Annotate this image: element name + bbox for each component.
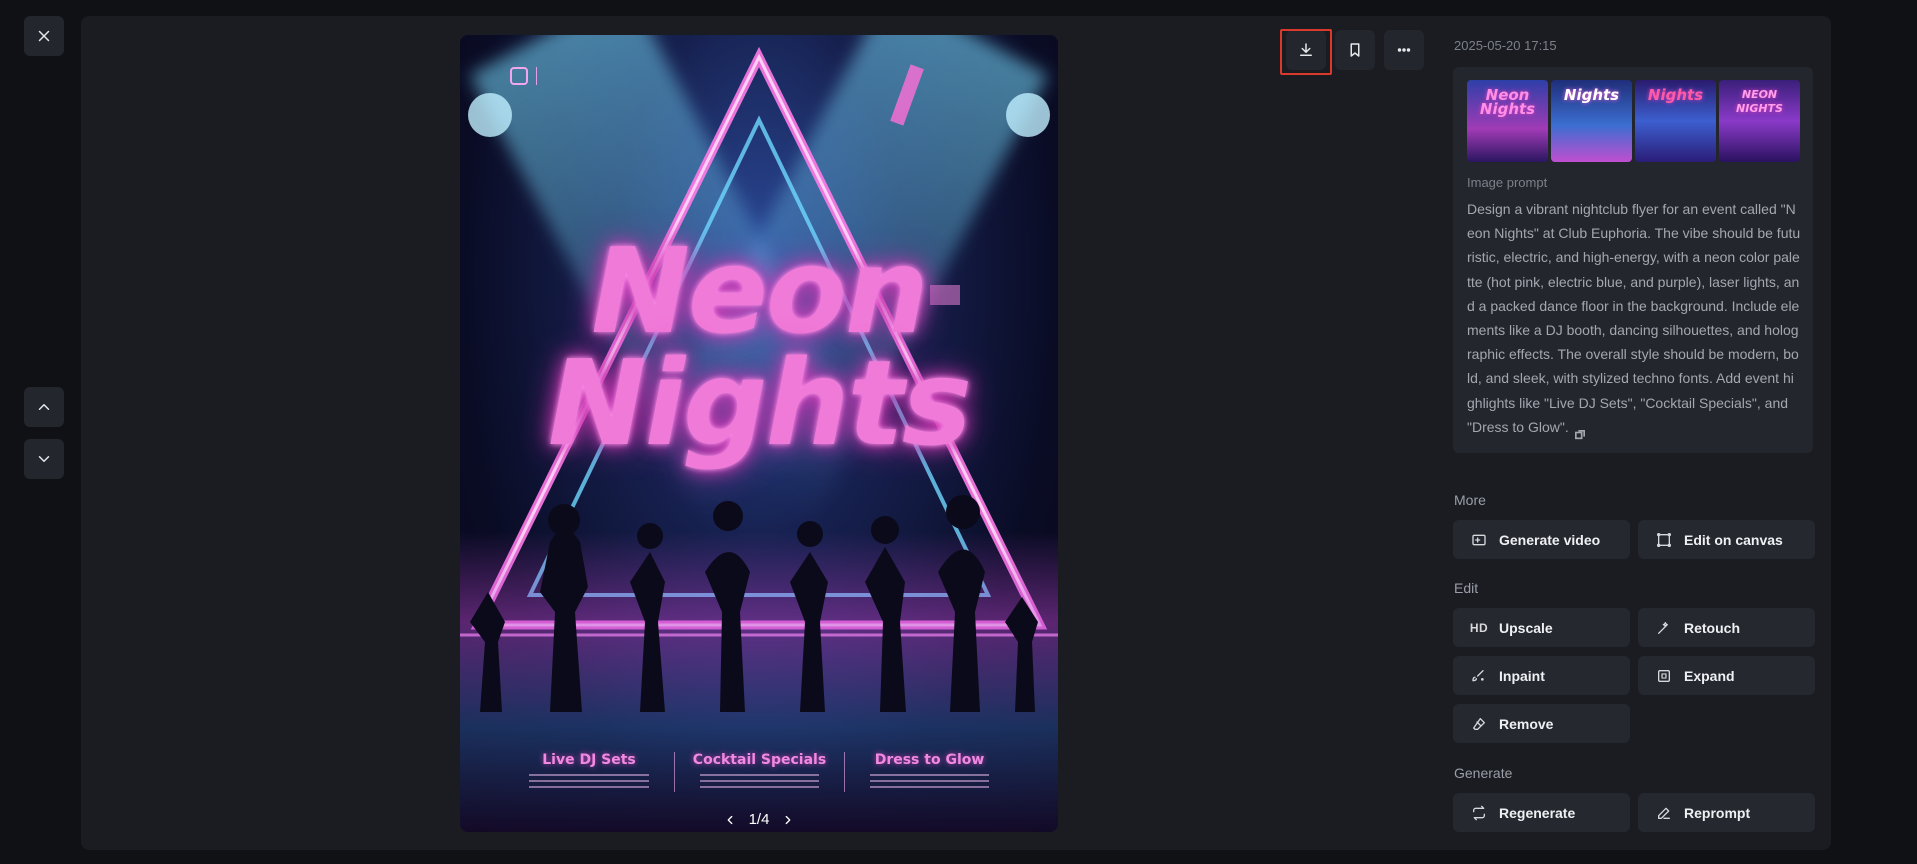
prompt-card: Neon Nights Nights Nights NEON NIGHTS Im… (1453, 67, 1813, 453)
expand-button[interactable]: Expand (1638, 656, 1815, 695)
thumbnail[interactable]: Nights (1635, 80, 1716, 162)
edit-on-canvas-button[interactable]: Edit on canvas (1638, 520, 1815, 559)
logo-divider (536, 67, 537, 85)
pager-next-button[interactable] (781, 813, 795, 827)
generated-image[interactable]: Neon Nights Live DJ Sets Cocktail Specia… (460, 35, 1058, 832)
next-image-button[interactable] (24, 439, 64, 479)
download-icon (1300, 43, 1312, 56)
thumbnail[interactable]: Neon Nights (1467, 80, 1548, 162)
hd-icon: HD (1469, 620, 1489, 635)
close-icon (38, 30, 50, 42)
poster-title-line2: Nights (547, 334, 972, 472)
inpaint-brush-icon (1471, 668, 1487, 684)
pencil-icon (1656, 805, 1672, 821)
poster-highlight: Cocktail Specials (674, 752, 844, 792)
poster-title-line1: Neon (591, 222, 929, 360)
section-label-generate: Generate (1454, 765, 1513, 781)
expand-icon (1656, 668, 1672, 684)
section-label-edit: Edit (1454, 580, 1479, 596)
more-options-button[interactable] (1384, 30, 1424, 70)
section-label-more: More (1454, 492, 1486, 508)
download-button[interactable] (1286, 30, 1326, 70)
thumbnail[interactable]: NEON NIGHTS (1719, 80, 1800, 162)
regenerate-button[interactable]: Regenerate (1453, 793, 1630, 832)
reprompt-button[interactable]: Reprompt (1638, 793, 1815, 832)
timestamp: 2025-05-20 17:15 (1454, 38, 1557, 53)
pager-prev-button[interactable] (723, 813, 737, 827)
prompt-body: Design a vibrant nightclub flyer for an … (1467, 201, 1801, 435)
bookmark-button[interactable] (1335, 30, 1375, 70)
inpaint-button[interactable]: Inpaint (1453, 656, 1630, 695)
chevron-down-icon (38, 456, 50, 462)
chevron-left-icon (727, 815, 732, 824)
pager-count: 1/4 (748, 811, 770, 828)
magic-wand-icon (1656, 620, 1672, 636)
chevron-right-icon (786, 815, 791, 824)
thumbnail-strip: Neon Nights Nights Nights NEON NIGHTS (1467, 80, 1800, 162)
poster-title: Neon Nights (460, 222, 1058, 472)
more-horizontal-icon (1397, 48, 1411, 52)
generate-video-button[interactable]: Generate video (1453, 520, 1630, 559)
instagram-icon (510, 67, 528, 85)
thumbnail[interactable]: Nights (1551, 80, 1632, 162)
copy-icon[interactable] (1574, 423, 1585, 440)
close-button[interactable] (24, 16, 64, 56)
previous-image-button[interactable] (24, 387, 64, 427)
image-pager: 1/4 (460, 811, 1058, 828)
canvas-icon (1656, 532, 1672, 548)
eraser-icon (1471, 716, 1487, 732)
retouch-button[interactable]: Retouch (1638, 608, 1815, 647)
chevron-up-icon (38, 404, 50, 410)
poster-highlight: Live DJ Sets (504, 752, 674, 792)
prompt-text: Design a vibrant nightclub flyer for an … (1467, 197, 1801, 440)
poster-logo (510, 67, 537, 85)
bookmark-icon (1350, 43, 1360, 57)
dancing-silhouettes (470, 495, 1038, 712)
repeat-icon (1471, 805, 1487, 821)
upscale-button[interactable]: HD Upscale (1453, 608, 1630, 647)
poster-highlight: Dress to Glow (844, 752, 1014, 792)
prompt-label: Image prompt (1467, 175, 1548, 190)
video-plus-icon (1471, 532, 1487, 548)
poster-highlights: Live DJ Sets Cocktail Specials Dress to … (460, 752, 1058, 792)
remove-button[interactable]: Remove (1453, 704, 1630, 743)
